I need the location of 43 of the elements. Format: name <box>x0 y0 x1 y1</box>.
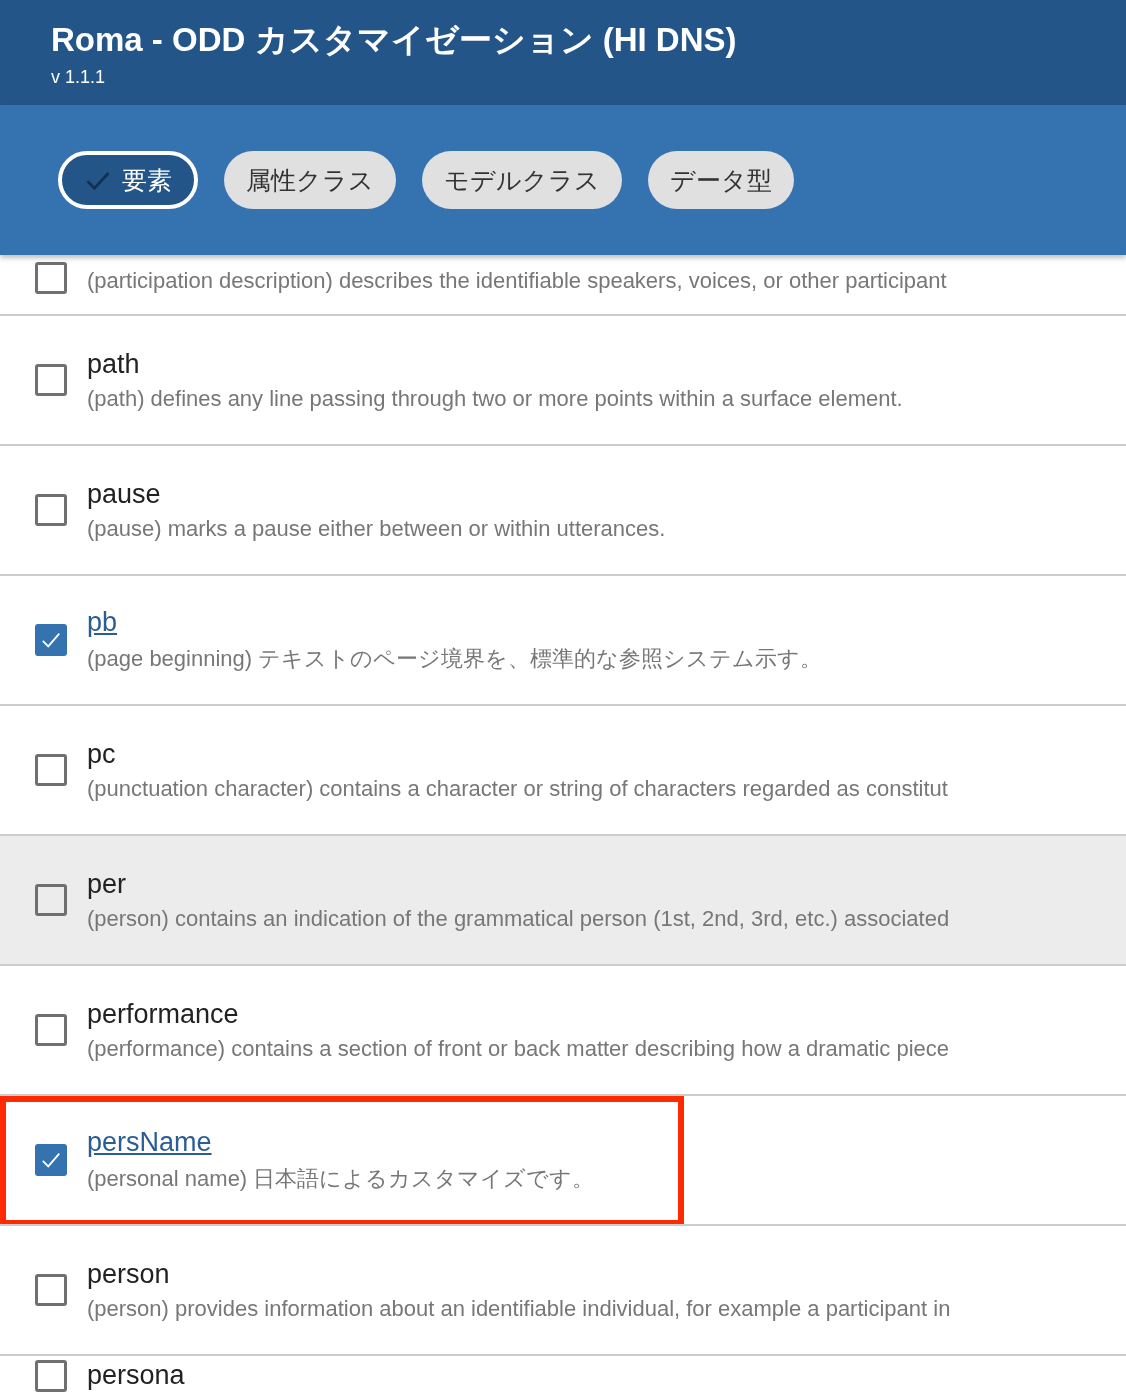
version-label: v 1.1.1 <box>51 66 106 88</box>
element-description: (punctuation character) contains a character or string of characters regarded as constitut <box>87 775 948 802</box>
checkbox[interactable] <box>35 1360 67 1392</box>
filter-chip[interactable]: 要素 <box>58 151 198 209</box>
element-row[interactable]: persona <box>0 1356 1126 1400</box>
element-description: (performance) contains a section of front or back matter describing how a dramatic piece <box>87 1035 950 1062</box>
element-description: (pause) marks a pause either between or within utterances. <box>87 515 666 542</box>
checkbox[interactable] <box>35 494 67 526</box>
element-row[interactable]: pb (page beginning) テキストのページ境界を、標準的な参照システム示す。 <box>0 576 1126 706</box>
checkbox[interactable] <box>35 1014 67 1046</box>
element-row[interactable]: person (person) provides information about an identifiable individual, for example a participant in <box>0 1226 1126 1356</box>
checkbox[interactable] <box>35 754 67 786</box>
checkbox[interactable] <box>35 624 67 656</box>
element-description: (person) provides information about an identifiable individual, for example a participant in <box>87 1295 951 1322</box>
element-link[interactable]: persName <box>87 1126 212 1158</box>
checkbox[interactable] <box>35 1274 67 1306</box>
checkbox[interactable] <box>35 884 67 916</box>
element-row[interactable]: performance (performance) contains a section of front or back matter describing how a dramatic piece <box>0 966 1126 1096</box>
element-row[interactable]: (participation description) describes the identifiable speakers, voices, or other participant <box>0 255 1126 316</box>
element-description: (person) contains an indication of the grammatical person (1st, 2nd, 3rd, etc.) associated <box>87 905 950 932</box>
app-title: Roma - ODD カスタマイゼーション (HI DNS) <box>51 19 737 60</box>
element-row[interactable]: per (person) contains an indication of the grammatical person (1st, 2nd, 3rd, etc.) associated <box>0 836 1126 966</box>
filter-chip[interactable]: 属性クラス <box>224 151 396 209</box>
element-name: per <box>87 868 127 900</box>
element-name: path <box>87 348 140 380</box>
element-description: (path) defines any line passing through two or more points within a surface element. <box>87 385 903 412</box>
element-row[interactable]: persName (personal name) 日本語によるカスタマイズです。 <box>0 1096 1126 1226</box>
element-row[interactable]: path (path) defines any line passing through two or more points within a surface element. <box>0 316 1126 446</box>
element-row[interactable]: pause (pause) marks a pause either between or within utterances. <box>0 446 1126 576</box>
checkbox[interactable] <box>35 262 67 294</box>
filter-chip[interactable]: データ型 <box>648 151 794 209</box>
element-name: persona <box>87 1360 185 1391</box>
element-description: (page beginning) テキストのページ境界を、標準的な参照システム示す。 <box>87 644 823 673</box>
element-description: (personal name) 日本語によるカスタマイズです。 <box>87 1164 595 1193</box>
element-name: pause <box>87 478 161 510</box>
element-name: performance <box>87 998 239 1030</box>
element-name: pc <box>87 738 116 770</box>
element-link[interactable]: pb <box>87 606 118 638</box>
checkbox[interactable] <box>35 1144 67 1176</box>
filter-chip[interactable]: モデルクラス <box>422 151 622 209</box>
element-name: person <box>87 1258 170 1290</box>
checkbox[interactable] <box>35 364 67 396</box>
element-description: (participation description) describes the identifiable speakers, voices, or other participant <box>87 268 947 294</box>
